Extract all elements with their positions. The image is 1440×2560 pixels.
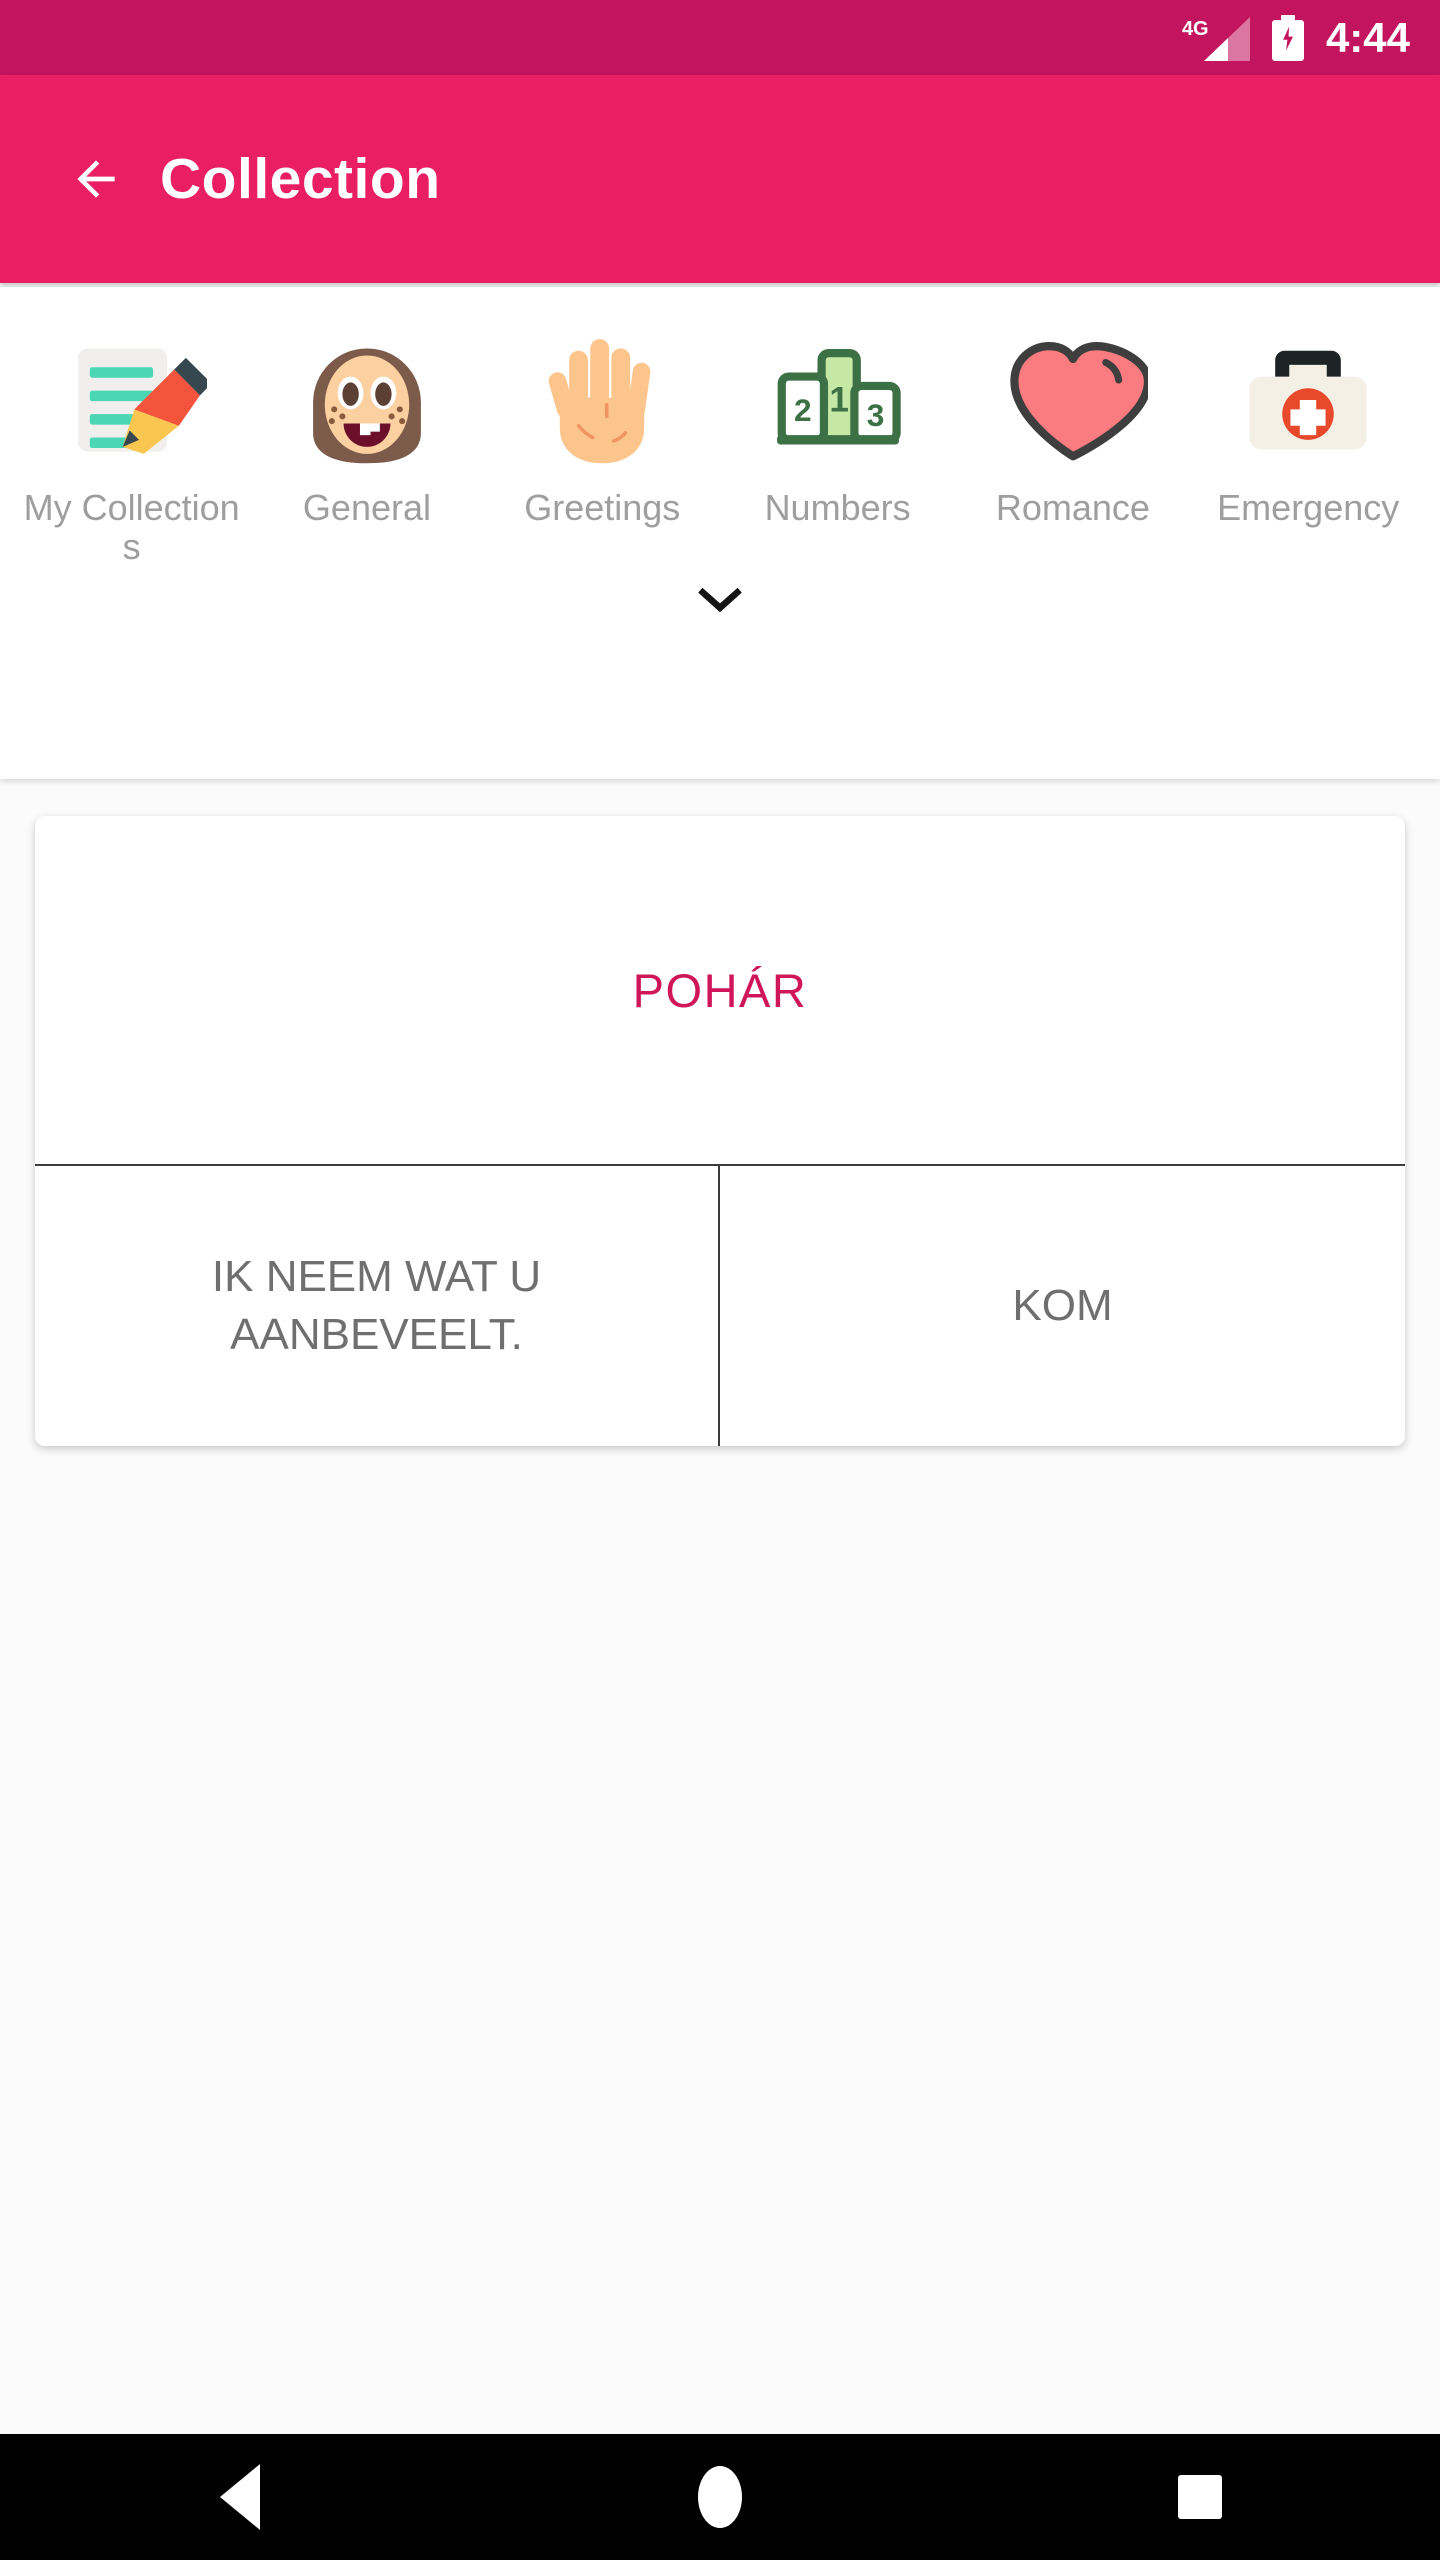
svg-text:1: 1 xyxy=(829,381,849,420)
phrase-option-text: KOM xyxy=(1012,1280,1113,1330)
first-aid-kit-icon xyxy=(1225,317,1391,483)
category-list: My Collections General Greetings 1 2 3 N… xyxy=(0,317,1440,567)
page-title: Collection xyxy=(160,147,441,211)
app-bar: Collection xyxy=(0,75,1440,283)
phrase-option-text: IK NEEM WAT U AANBEVEELT. xyxy=(211,1251,542,1359)
memo-pencil-icon xyxy=(49,317,215,483)
phrase-option-cell-1[interactable]: IK NEEM WAT U AANBEVEELT. xyxy=(35,1166,720,1446)
nav-home-button[interactable] xyxy=(620,2434,820,2560)
signal-bars-icon: 4G xyxy=(1182,15,1250,61)
category-item-general[interactable]: General xyxy=(249,317,484,528)
phrase-headword: POHÁR xyxy=(632,963,808,1017)
category-item-numbers[interactable]: 1 2 3 Numbers xyxy=(720,317,955,528)
status-bar-clock: 4:44 xyxy=(1325,13,1410,61)
category-label: Romance xyxy=(995,487,1150,528)
category-item-emergency[interactable]: Emergency xyxy=(1191,317,1426,528)
category-panel: My Collections General Greetings 1 2 3 N… xyxy=(0,287,1440,779)
category-item-greetings[interactable]: Greetings xyxy=(485,317,720,528)
phrase-options-row: IK NEEM WAT U AANBEVEELT. KOM xyxy=(35,1166,1405,1446)
category-label: Emergency xyxy=(1217,487,1400,528)
expand-categories-button[interactable] xyxy=(0,567,1440,779)
battery-charging-icon xyxy=(1271,14,1304,61)
svg-text:2: 2 xyxy=(794,392,812,428)
girl-face-icon xyxy=(284,317,450,483)
phrase-headword-cell[interactable]: POHÁR xyxy=(35,816,1405,1166)
chevron-down-icon xyxy=(698,587,742,612)
phrase-card: POHÁR IK NEEM WAT U AANBEVEELT. KOM xyxy=(35,816,1405,1446)
svg-text:3: 3 xyxy=(866,397,884,433)
status-bar: 4G 4:44 xyxy=(0,0,1440,75)
signal-triangle xyxy=(1203,16,1250,61)
category-label: Numbers xyxy=(764,487,911,528)
category-label: General xyxy=(302,487,431,528)
category-item-my-collections[interactable]: My Collections xyxy=(14,317,249,567)
triangle-back-icon xyxy=(220,2464,260,2530)
phrase-option-cell-2[interactable]: KOM xyxy=(720,1166,1405,1446)
arrow-back-icon xyxy=(77,160,115,198)
system-navigation-bar xyxy=(0,2434,1440,2560)
back-button[interactable] xyxy=(38,119,154,239)
square-recents-icon xyxy=(1178,2475,1222,2519)
heart-icon xyxy=(990,317,1156,483)
nav-recents-button[interactable] xyxy=(1100,2434,1300,2560)
circle-home-icon xyxy=(698,2466,742,2528)
category-item-romance[interactable]: Romance xyxy=(955,317,1190,528)
category-label: My Collections xyxy=(23,487,240,567)
category-label: Greetings xyxy=(524,487,681,528)
raised-hand-icon xyxy=(519,317,685,483)
nav-back-button[interactable] xyxy=(140,2434,340,2560)
status-bar-right-group: 4G 4:44 xyxy=(1182,13,1410,61)
app-screen: 4G 4:44 Collection My Collections Genera… xyxy=(0,0,1440,2560)
podium-icon: 1 2 3 xyxy=(755,317,921,483)
